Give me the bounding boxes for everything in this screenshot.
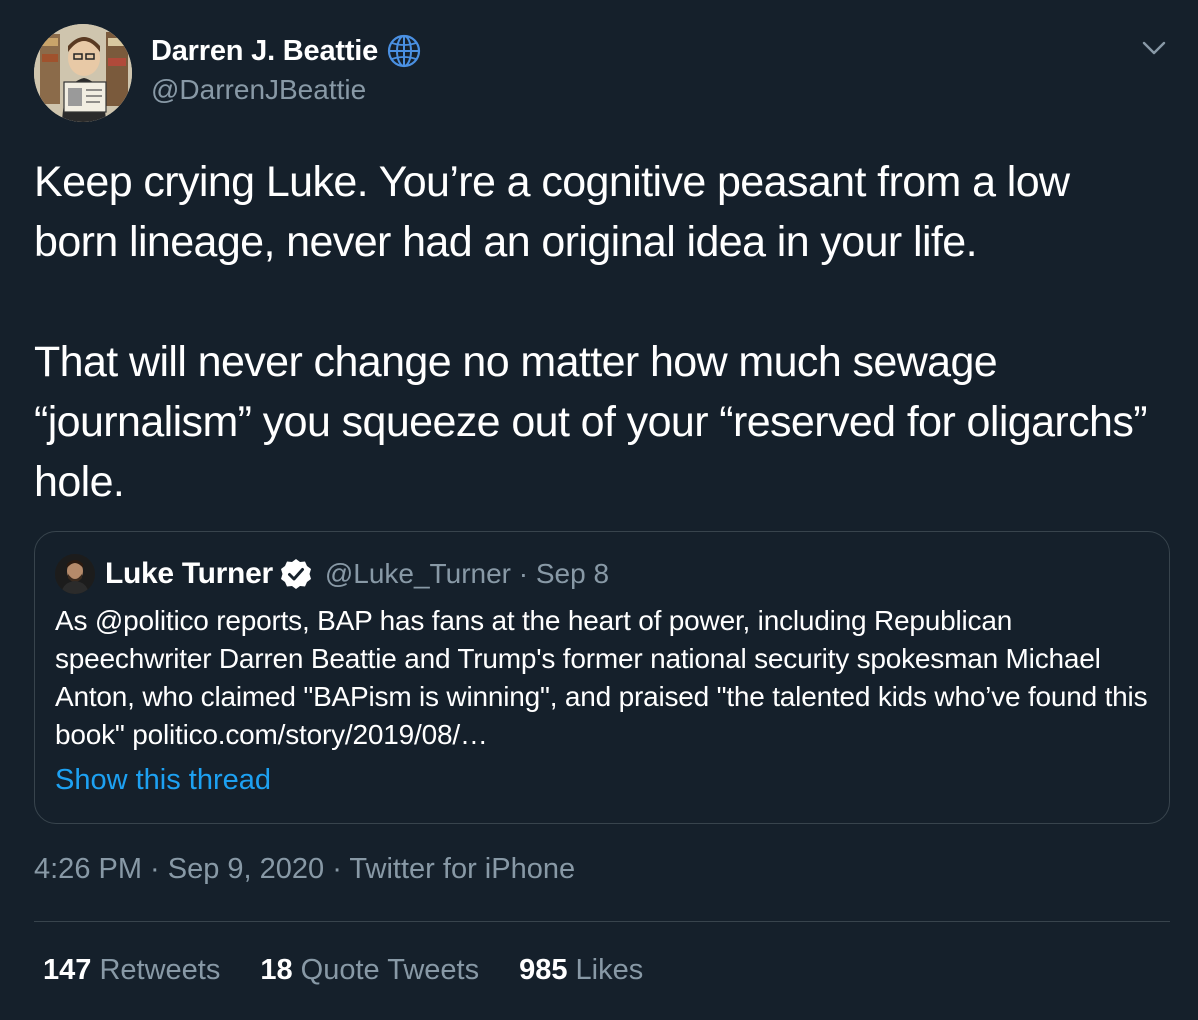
tweet: Darren J. Beattie @DarrenJBeattie Keep c… <box>0 0 1198 1020</box>
tweet-paragraph-2: That will never change no matter how muc… <box>34 338 1148 506</box>
author-info: Darren J. Beattie @DarrenJBeattie <box>151 32 422 106</box>
author-display-name[interactable]: Darren J. Beattie <box>151 35 378 68</box>
likes-count: 985 <box>519 954 568 986</box>
tweet-paragraph-1: Keep crying Luke. You’re a cognitive pea… <box>34 158 1070 266</box>
quoted-author-name[interactable]: Luke Turner <box>105 557 273 591</box>
quote-tweets-stat[interactable]: 18 Quote Tweets <box>260 954 479 987</box>
author-avatar[interactable] <box>34 24 132 122</box>
quoted-author-avatar[interactable] <box>55 554 95 594</box>
quoted-meta[interactable]: @Luke_Turner · Sep 8 <box>325 558 609 590</box>
quoted-tweet-text: As @politico reports, BAP has fans at th… <box>55 605 1148 750</box>
tweet-timestamp[interactable]: 4:26 PM · Sep 9, 2020 · Twitter for iPho… <box>34 853 575 886</box>
tweet-text: Keep crying Luke. You’re a cognitive pea… <box>34 152 1164 512</box>
chevron-down-icon[interactable] <box>1140 36 1168 60</box>
author-name-row: Darren J. Beattie <box>151 32 422 70</box>
retweets-count: 147 <box>43 954 92 986</box>
likes-label: Likes <box>575 954 644 986</box>
quote-tweets-count: 18 <box>260 954 293 986</box>
show-thread-link[interactable]: Show this thread <box>55 764 271 797</box>
likes-stat[interactable]: 985 Likes <box>519 954 643 987</box>
globe-icon <box>387 34 421 68</box>
retweets-label: Retweets <box>99 954 221 986</box>
retweets-stat[interactable]: 147 Retweets <box>43 954 220 987</box>
verified-badge-icon <box>280 559 311 589</box>
quote-tweets-label: Quote Tweets <box>300 954 480 986</box>
quoted-tweet-header: Luke Turner @Luke_Turner · Sep 8 <box>55 554 609 594</box>
quoted-tweet[interactable]: Luke Turner @Luke_Turner · Sep 8 As @pol… <box>34 531 1170 824</box>
author-handle[interactable]: @DarrenJBeattie <box>151 74 422 106</box>
divider <box>34 921 1170 922</box>
engagement-stats: 147 Retweets 18 Quote Tweets 985 Likes <box>43 954 683 987</box>
